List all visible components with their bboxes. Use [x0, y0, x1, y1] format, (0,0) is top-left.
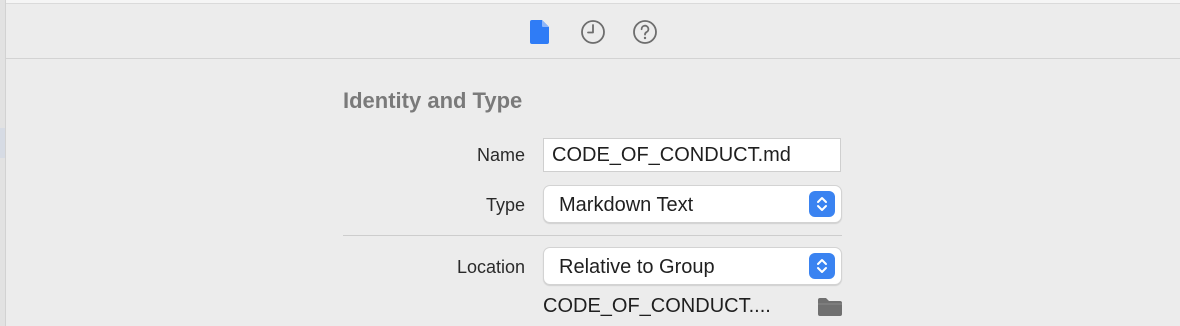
clock-icon: [581, 20, 605, 44]
tab-quick-help-inspector[interactable]: [631, 18, 659, 46]
document-icon: [530, 20, 549, 44]
chevron-up-down-icon: [809, 253, 835, 279]
type-popup-button[interactable]: Markdown Text: [543, 185, 842, 223]
tab-file-inspector[interactable]: [526, 18, 554, 46]
navigator-selection-edge: [0, 128, 5, 158]
location-label: Location: [456, 257, 525, 277]
file-inspector-panel: Identity and Type Name Type Markdown Tex…: [0, 0, 1180, 326]
folder-icon: [818, 298, 842, 316]
name-field[interactable]: [543, 138, 841, 172]
chevron-up-down-icon: [809, 191, 835, 217]
name-label: Name: [476, 145, 525, 165]
tab-history-inspector[interactable]: [579, 18, 607, 46]
location-popup-button[interactable]: Relative to Group: [543, 247, 842, 285]
full-path-text: CODE_OF_CONDUCT....: [543, 295, 771, 317]
tab-bar-divider: [6, 58, 1180, 59]
section-title: Identity and Type: [343, 88, 523, 113]
type-popup-value: Markdown Text: [559, 194, 694, 216]
reveal-in-finder-button[interactable]: [815, 295, 845, 319]
type-label: Type: [485, 195, 525, 215]
question-circle-icon: [633, 20, 657, 44]
section-divider: [343, 235, 842, 236]
location-popup-value: Relative to Group: [559, 256, 715, 278]
inspector-tab-bar: [6, 4, 1180, 58]
